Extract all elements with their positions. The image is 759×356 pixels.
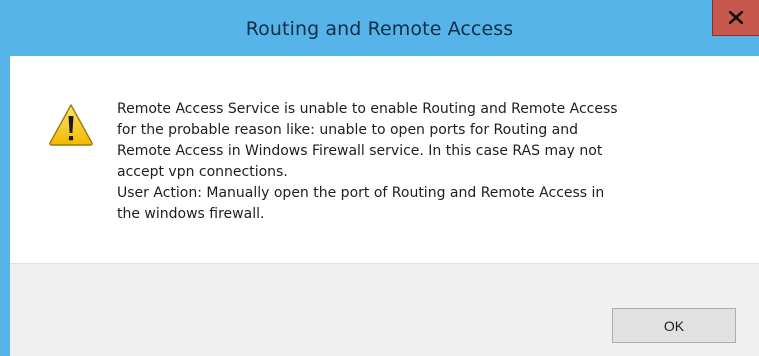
message-line: User Action: Manually open the port of R… — [117, 185, 605, 201]
title-bar[interactable]: Routing and Remote Access — [0, 0, 759, 56]
dialog-content: Remote Access Service is unable to enabl… — [10, 56, 759, 263]
message-line: Remote Access in Windows Firewall servic… — [117, 143, 603, 159]
message-line: Remote Access Service is unable to enabl… — [117, 101, 618, 117]
close-icon — [729, 11, 743, 24]
message-line: the windows firewall. — [117, 206, 265, 222]
dialog-title: Routing and Remote Access — [245, 18, 514, 40]
dialog-window: Routing and Remote Access Remote Access … — [0, 0, 759, 356]
ok-button[interactable]: OK — [612, 308, 736, 343]
message-line: for the probable reason like: unable to … — [117, 122, 578, 138]
close-button[interactable] — [712, 0, 759, 36]
button-bar: OK — [10, 263, 759, 356]
dialog-message: Remote Access Service is unable to enabl… — [117, 99, 747, 225]
message-line: accept vpn connections. — [117, 164, 288, 180]
warning-icon — [49, 104, 93, 146]
